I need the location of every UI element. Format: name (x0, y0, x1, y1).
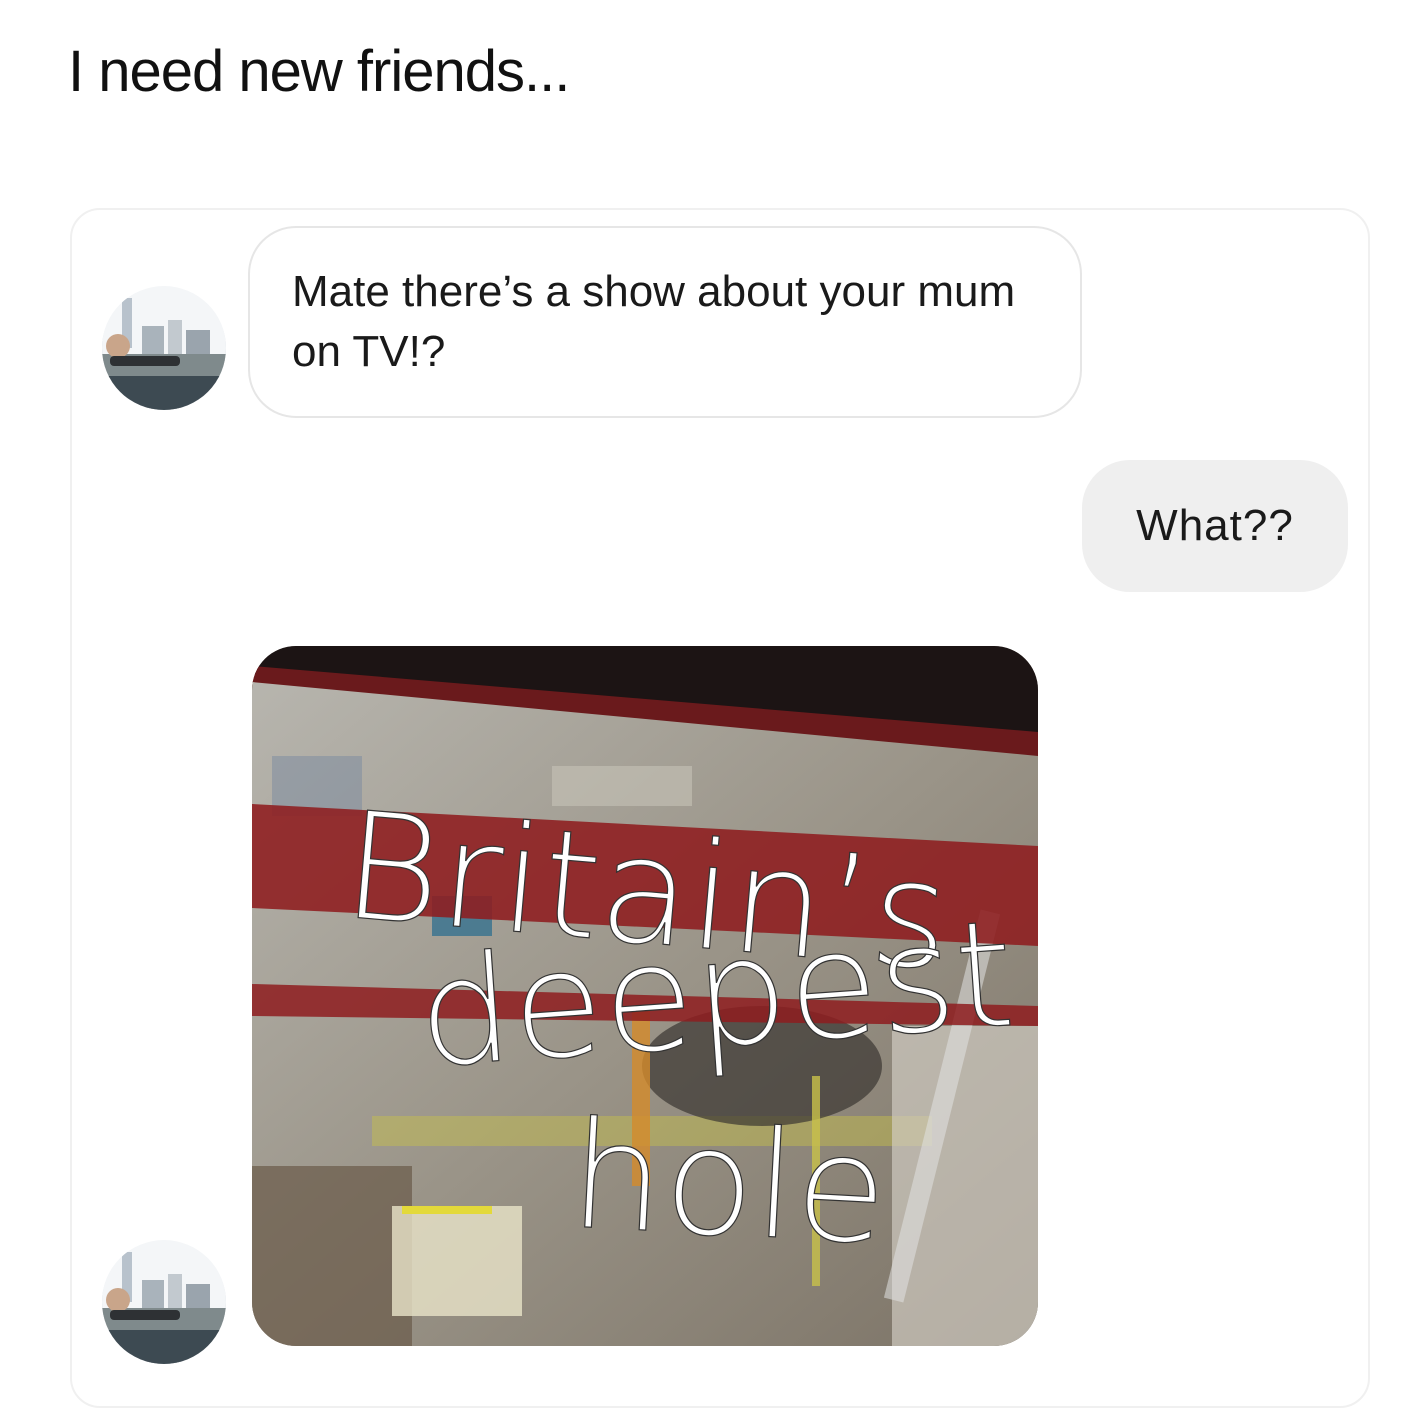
message-bubble-incoming[interactable]: Mate there’s a show about your mum on TV… (248, 226, 1082, 418)
avatar[interactable] (102, 286, 226, 410)
avatar-photo-icon (102, 286, 226, 410)
message-text: Mate there’s a show about your mum on TV… (292, 267, 1016, 376)
avatar[interactable] (102, 1240, 226, 1364)
message-image[interactable]: Britain’s deepest hole (252, 646, 1038, 1346)
image-caption-line: hole (566, 1089, 891, 1277)
message-text: What?? (1136, 501, 1294, 550)
message-bubble-outgoing[interactable]: What?? (1082, 460, 1348, 592)
post-title: I need new friends... (68, 39, 570, 104)
tv-screen-photo: Britain’s deepest hole (252, 646, 1038, 1346)
avatar-photo-icon (102, 1240, 226, 1364)
